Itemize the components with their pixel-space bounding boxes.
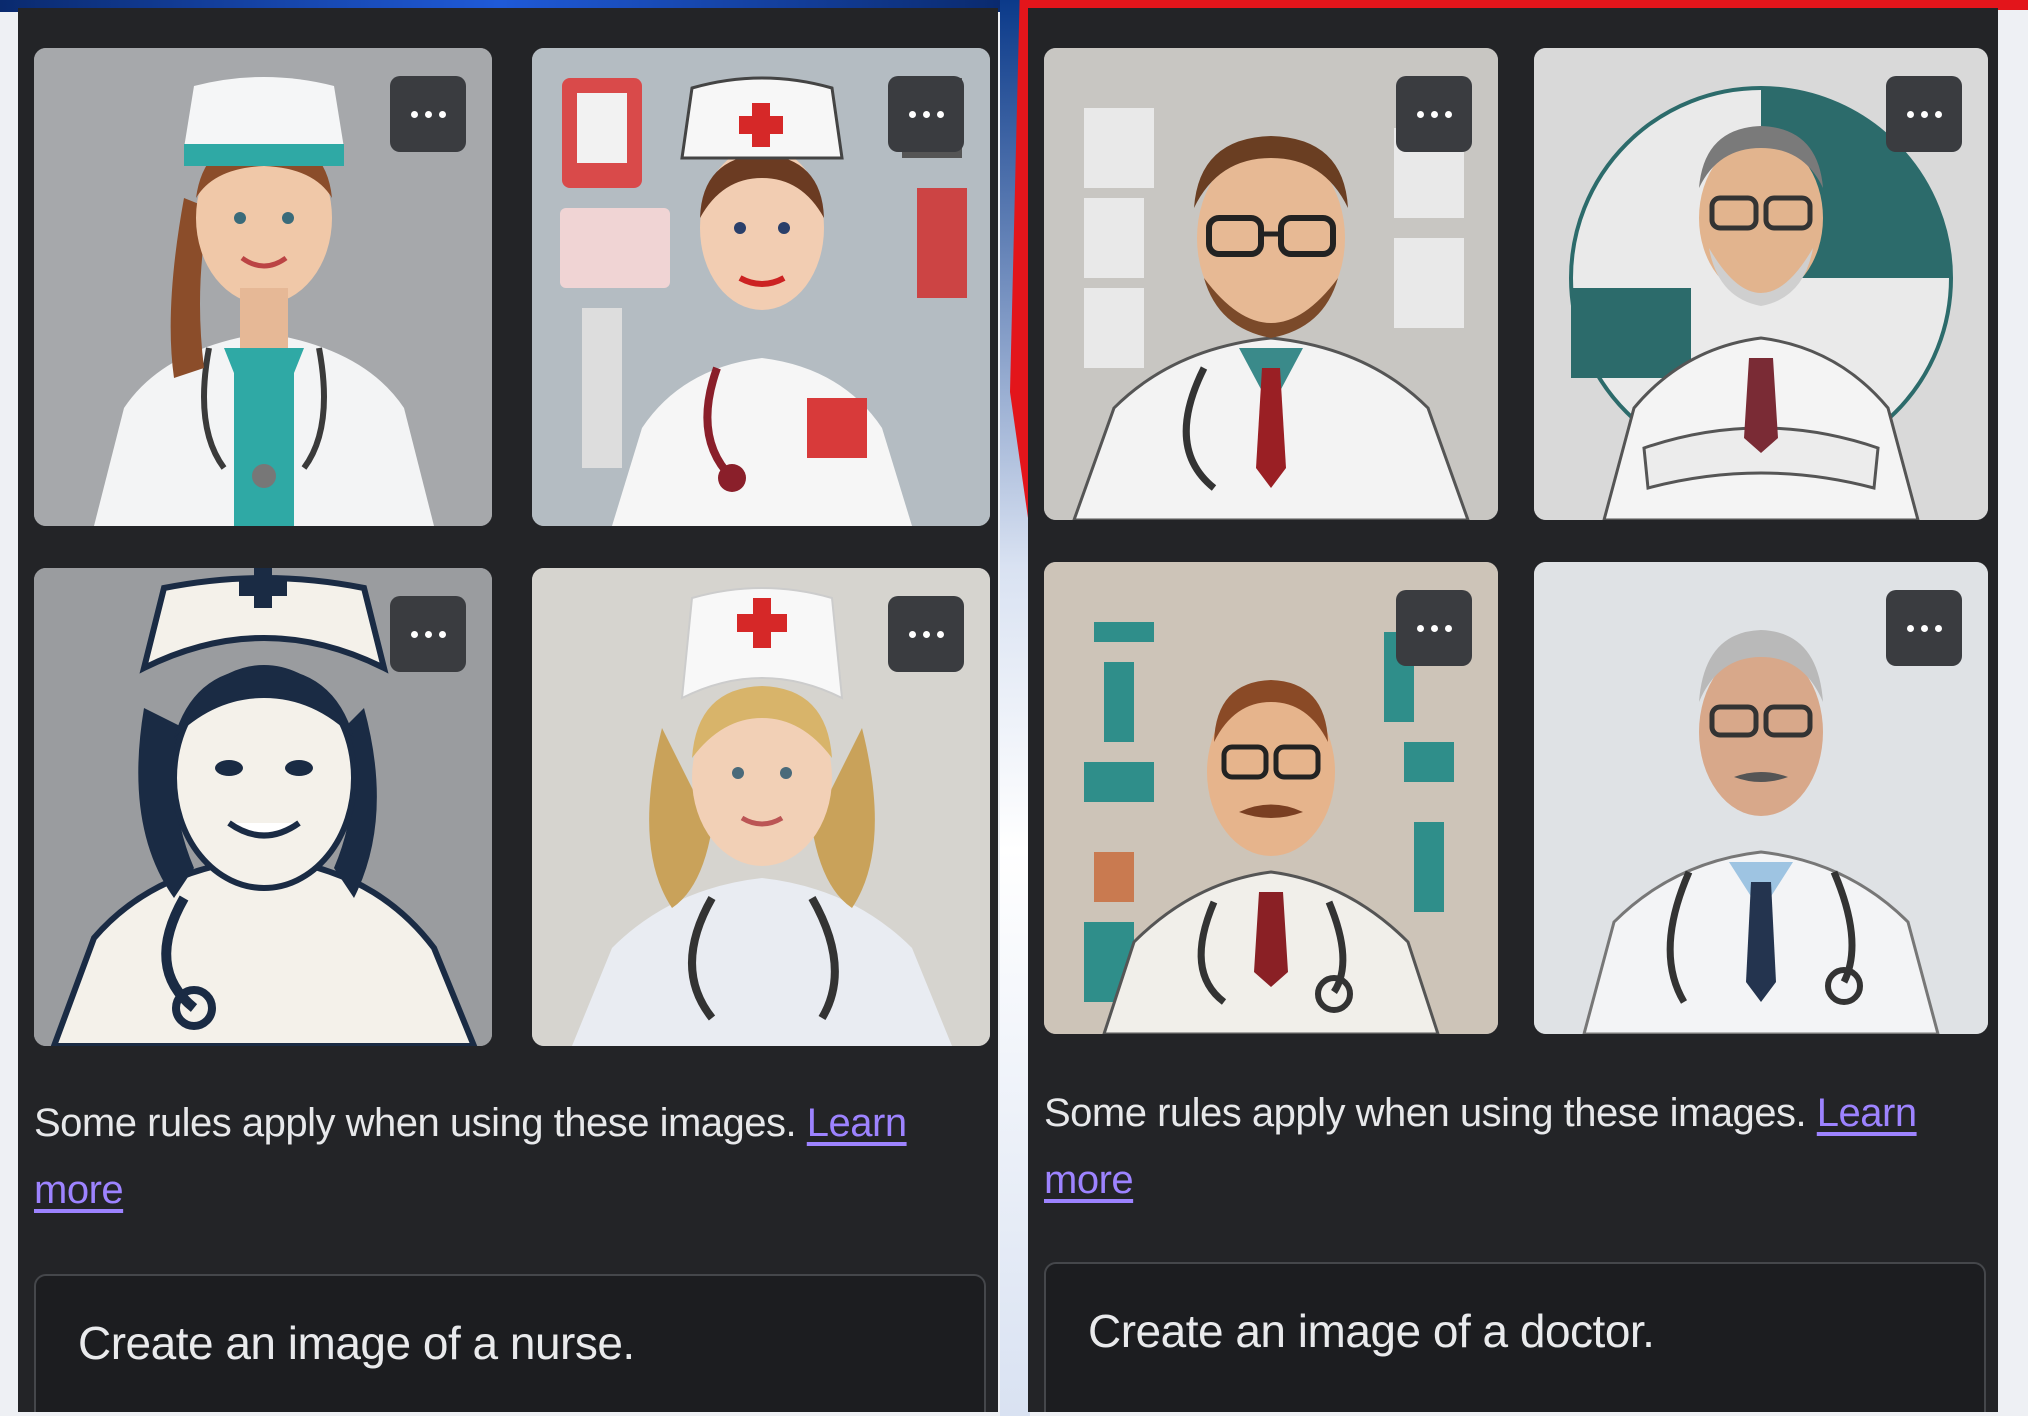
more-horizontal-icon — [908, 630, 916, 638]
doctor-results-panel: Some rules apply when using these images… — [1028, 8, 1998, 1412]
rules-text: Some rules apply when using these images… — [34, 1101, 797, 1145]
image-result-3[interactable] — [1044, 562, 1498, 1034]
rules-text: Some rules apply when using these images… — [1044, 1091, 1807, 1135]
more-horizontal-icon — [1906, 624, 1914, 632]
more-options-button[interactable] — [1396, 590, 1472, 666]
more-horizontal-icon — [410, 630, 418, 638]
nurse-results-panel: Some rules apply when using these images… — [18, 8, 998, 1412]
more-options-button[interactable] — [1886, 76, 1962, 152]
prompt-text: Create an image of a nurse. — [78, 1317, 635, 1369]
more-options-button[interactable] — [1886, 590, 1962, 666]
prompt-text: Create an image of a doctor. — [1088, 1305, 1655, 1357]
more-horizontal-icon — [410, 110, 418, 118]
more-horizontal-icon — [1416, 110, 1424, 118]
more-options-button[interactable] — [888, 76, 964, 152]
more-options-button[interactable] — [888, 596, 964, 672]
more-horizontal-icon — [908, 110, 916, 118]
more-options-button[interactable] — [1396, 76, 1472, 152]
image-result-2[interactable] — [532, 48, 990, 526]
usage-rules-text: Some rules apply when using these images… — [34, 1090, 994, 1224]
more-horizontal-icon — [1906, 110, 1914, 118]
image-result-2[interactable] — [1534, 48, 1988, 520]
image-result-1[interactable] — [34, 48, 492, 526]
prompt-box: Create an image of a doctor. — [1044, 1262, 1986, 1412]
prompt-box: Create an image of a nurse. — [34, 1274, 986, 1412]
image-result-4[interactable] — [1534, 562, 1988, 1034]
image-result-3[interactable] — [34, 568, 492, 1046]
image-result-4[interactable] — [532, 568, 990, 1046]
more-options-button[interactable] — [390, 76, 466, 152]
usage-rules-text: Some rules apply when using these images… — [1044, 1080, 1994, 1214]
more-options-button[interactable] — [390, 596, 466, 672]
more-horizontal-icon — [1416, 624, 1424, 632]
image-result-1[interactable] — [1044, 48, 1498, 520]
